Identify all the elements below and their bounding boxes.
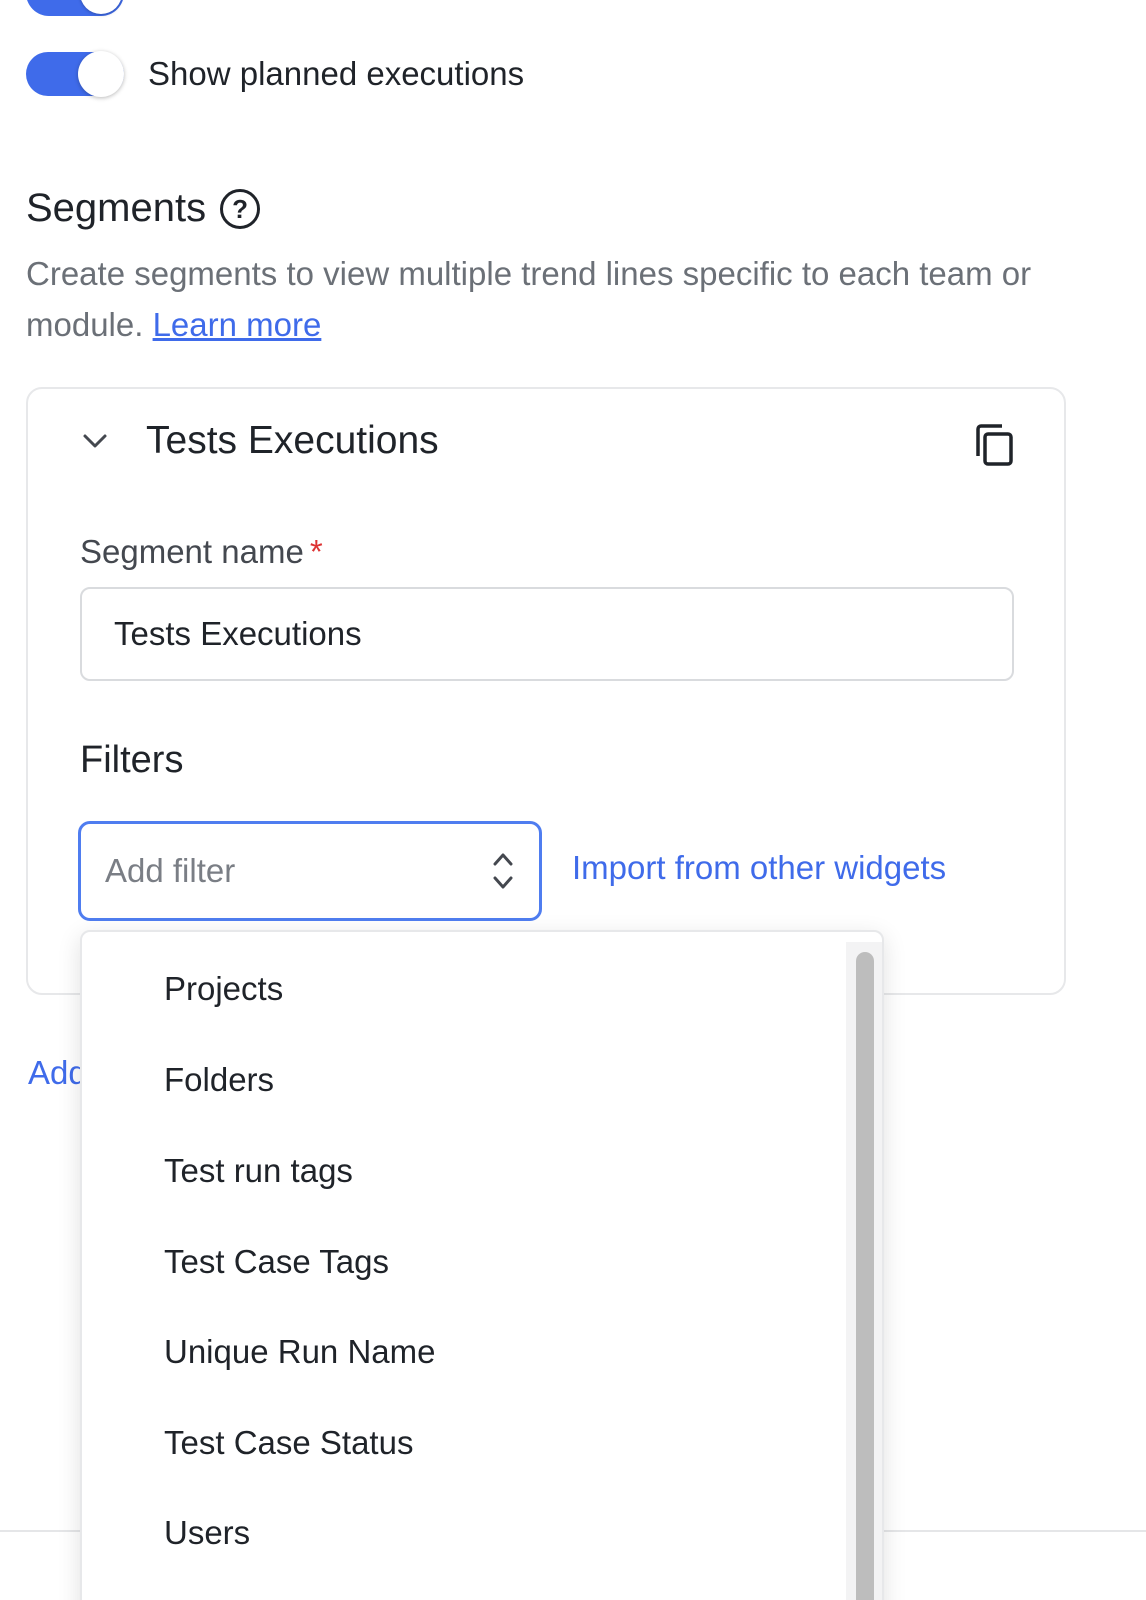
- segment-card-title: Tests Executions: [146, 419, 439, 462]
- filters-heading: Filters: [80, 739, 184, 781]
- filter-option-test-case-tags[interactable]: Test Case Tags: [164, 1243, 389, 1281]
- chevron-down-icon[interactable]: [80, 426, 110, 456]
- toggle-switch-top[interactable]: [26, 0, 124, 16]
- add-filter-placeholder: Add filter: [105, 852, 236, 889]
- segment-card: Tests Executions Segment name* Filters A…: [26, 387, 1066, 995]
- filter-dropdown-menu: Projects Folders Test run tags Test Case…: [80, 930, 884, 1600]
- filter-option-unique-run-name[interactable]: Unique Run Name: [164, 1333, 435, 1371]
- segment-name-label: Segment name *: [80, 533, 323, 571]
- copy-icon[interactable]: [974, 423, 1014, 467]
- add-filter-select[interactable]: Add filter: [78, 821, 542, 921]
- segment-name-label-text: Segment name: [80, 533, 304, 570]
- widget-settings-panel: Show planned executions Segments ? Creat…: [0, 0, 1146, 1600]
- planned-executions-row: Show planned executions: [26, 51, 525, 97]
- segment-card-header[interactable]: Tests Executions: [80, 419, 439, 463]
- show-planned-executions-toggle[interactable]: [26, 51, 124, 97]
- add-segment-link[interactable]: Add: [28, 1054, 87, 1092]
- filter-option-test-run-tags[interactable]: Test run tags: [164, 1152, 353, 1190]
- segment-name-input[interactable]: [80, 587, 1014, 681]
- updown-chevron-icon: [493, 853, 513, 889]
- filter-option-users[interactable]: Users: [164, 1514, 250, 1552]
- toggle-knob: [78, 51, 124, 97]
- show-planned-executions-label: Show planned executions: [148, 55, 525, 92]
- import-from-other-widgets-link[interactable]: Import from other widgets: [572, 849, 946, 887]
- toggle-knob: [80, 0, 122, 14]
- segments-title: Segments: [26, 186, 207, 230]
- scrollbar-thumb[interactable]: [856, 952, 874, 1600]
- learn-more-link[interactable]: Learn more: [153, 306, 322, 343]
- filter-option-projects[interactable]: Projects: [164, 970, 283, 1008]
- segments-description: Create segments to view multiple trend l…: [26, 248, 1086, 350]
- required-mark: *: [309, 533, 323, 570]
- filter-option-folders[interactable]: Folders: [164, 1061, 274, 1099]
- dropdown-scrollbar[interactable]: [846, 942, 882, 1600]
- filter-option-test-case-status[interactable]: Test Case Status: [164, 1424, 413, 1462]
- segments-heading: Segments ?: [26, 186, 261, 231]
- help-icon[interactable]: ?: [220, 188, 261, 229]
